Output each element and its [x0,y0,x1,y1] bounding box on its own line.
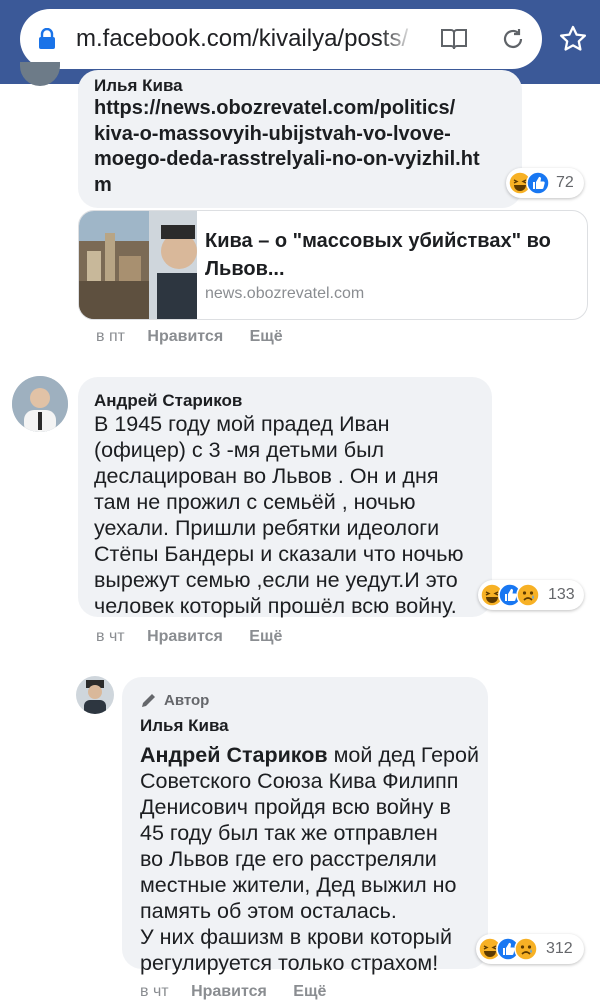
link-domain: news.obozrevatel.com [205,285,365,302]
url-text[interactable]: m.facebook.com/kivailya/posts/18 [76,22,410,56]
comment-line: регулируется только страхом! [140,951,439,975]
comment-line: (офицер) с 3 -мя детьми был [94,438,385,462]
lock-icon[interactable] [38,28,56,50]
comment-line: там не прожил с семьёй , ночью [94,490,416,514]
star-icon[interactable] [558,24,588,54]
comment-time[interactable]: в пт [96,328,125,345]
comment-actions: в чт Нравится Ещё [140,983,326,1001]
like-link[interactable]: Нравится [147,328,223,345]
comment-line: уехали. Пришли ребятки идеологи [94,516,440,540]
link-preview-card[interactable]: Кива – о "массовых убийствах" во Львов..… [78,210,588,320]
comment-actions: в пт Нравится Ещё [96,328,283,346]
comment-author[interactable]: Илья Кива [140,716,229,736]
comment-line-rest: мой дед Герой [327,743,479,767]
reaction-count[interactable]: 133 [548,586,575,604]
like-reaction-icon [526,171,550,195]
link-line[interactable]: moego-deda-rasstrelyali-no-on-vyizhil.ht [94,147,514,173]
comment-line: деслацирован во Львов . Он и дня [94,464,439,488]
avatar[interactable] [12,376,68,432]
avatar[interactable] [76,676,114,714]
comment-line: 45 году был так же отправлен [140,821,438,845]
comment-link[interactable]: https://news.obozrevatel.com/politics/ k… [94,96,514,198]
comment-time[interactable]: в чт [140,983,169,1000]
comment-line: вырежут семью ,если не уедут.И это [94,568,458,592]
link-line[interactable]: m [94,173,514,199]
comment-line: У них фашизм в крови который [140,925,452,949]
link-title-line[interactable]: Львов... [205,255,575,283]
comment-line: во Львов где его расстреляли [140,847,437,871]
comment-line: В 1945 году мой прадед Иван [94,412,390,436]
comment-line: Стёпы Бандеры и сказали что ночью [94,542,464,566]
avatar-image [76,676,114,714]
comment-bubble: Андрей Стариков В 1945 году мой прадед И… [78,377,492,619]
reader-mode-icon[interactable] [440,27,468,51]
comment-line: Андрей Стариков мой дед Герой [140,742,486,768]
reaction-summary[interactable]: 312 [476,934,584,964]
more-link[interactable]: Ещё [250,328,283,345]
like-link[interactable]: Нравится [147,628,223,645]
pencil-icon [142,694,155,707]
comment-line: Денисович пройдя всю войну в [140,795,451,819]
reaction-count[interactable]: 312 [546,940,573,958]
comment-line: Советского Союза Кива Филипп [140,769,459,793]
sad-reaction-icon [516,583,540,607]
comment-line: человек который прошёл всю войну. [94,594,457,618]
link-line[interactable]: https://news.obozrevatel.com/politics/ [94,96,514,122]
comment-actions: в чт Нравится Ещё [96,628,282,646]
more-link[interactable]: Ещё [249,628,282,645]
reaction-count[interactable]: 72 [556,174,574,192]
url-fade [380,20,414,58]
comment-text: Андрей Стариков мой дед Герой Советского… [140,742,486,976]
avatar-image [12,376,68,432]
comment-text: В 1945 году мой прадед Иван (офицер) с 3… [94,411,484,619]
comment-line: местные жители, Дед выжил но [140,873,457,897]
comment-time[interactable]: в чт [96,628,125,645]
preview-thumbnail [79,211,197,319]
comment-author[interactable]: Андрей Стариков [94,391,242,411]
mention[interactable]: Андрей Стариков [140,743,328,767]
like-link[interactable]: Нравится [191,983,267,1000]
more-link[interactable]: Ещё [293,983,326,1000]
reaction-summary[interactable]: 133 [478,580,584,610]
author-badge: Автор [164,692,210,709]
comment-author[interactable]: Илья Кива [94,76,183,96]
link-line[interactable]: kiva-o-massovyih-ubijstvah-vo-lvove- [94,122,514,148]
link-title-line[interactable]: Кива – о "массовых убийствах" во [205,227,575,255]
reply-bubble: Автор Илья Кива Андрей Стариков мой дед … [122,677,488,975]
comment-bubble: Илья Кива https://news.obozrevatel.com/p… [78,70,522,208]
sad-reaction-icon [514,937,538,961]
reaction-summary[interactable]: 72 [506,168,584,198]
comment-line: память об этом осталась. [140,899,397,923]
reload-icon[interactable] [500,26,526,52]
link-title[interactable]: Кива – о "массовых убийствах" во Львов..… [205,227,575,283]
